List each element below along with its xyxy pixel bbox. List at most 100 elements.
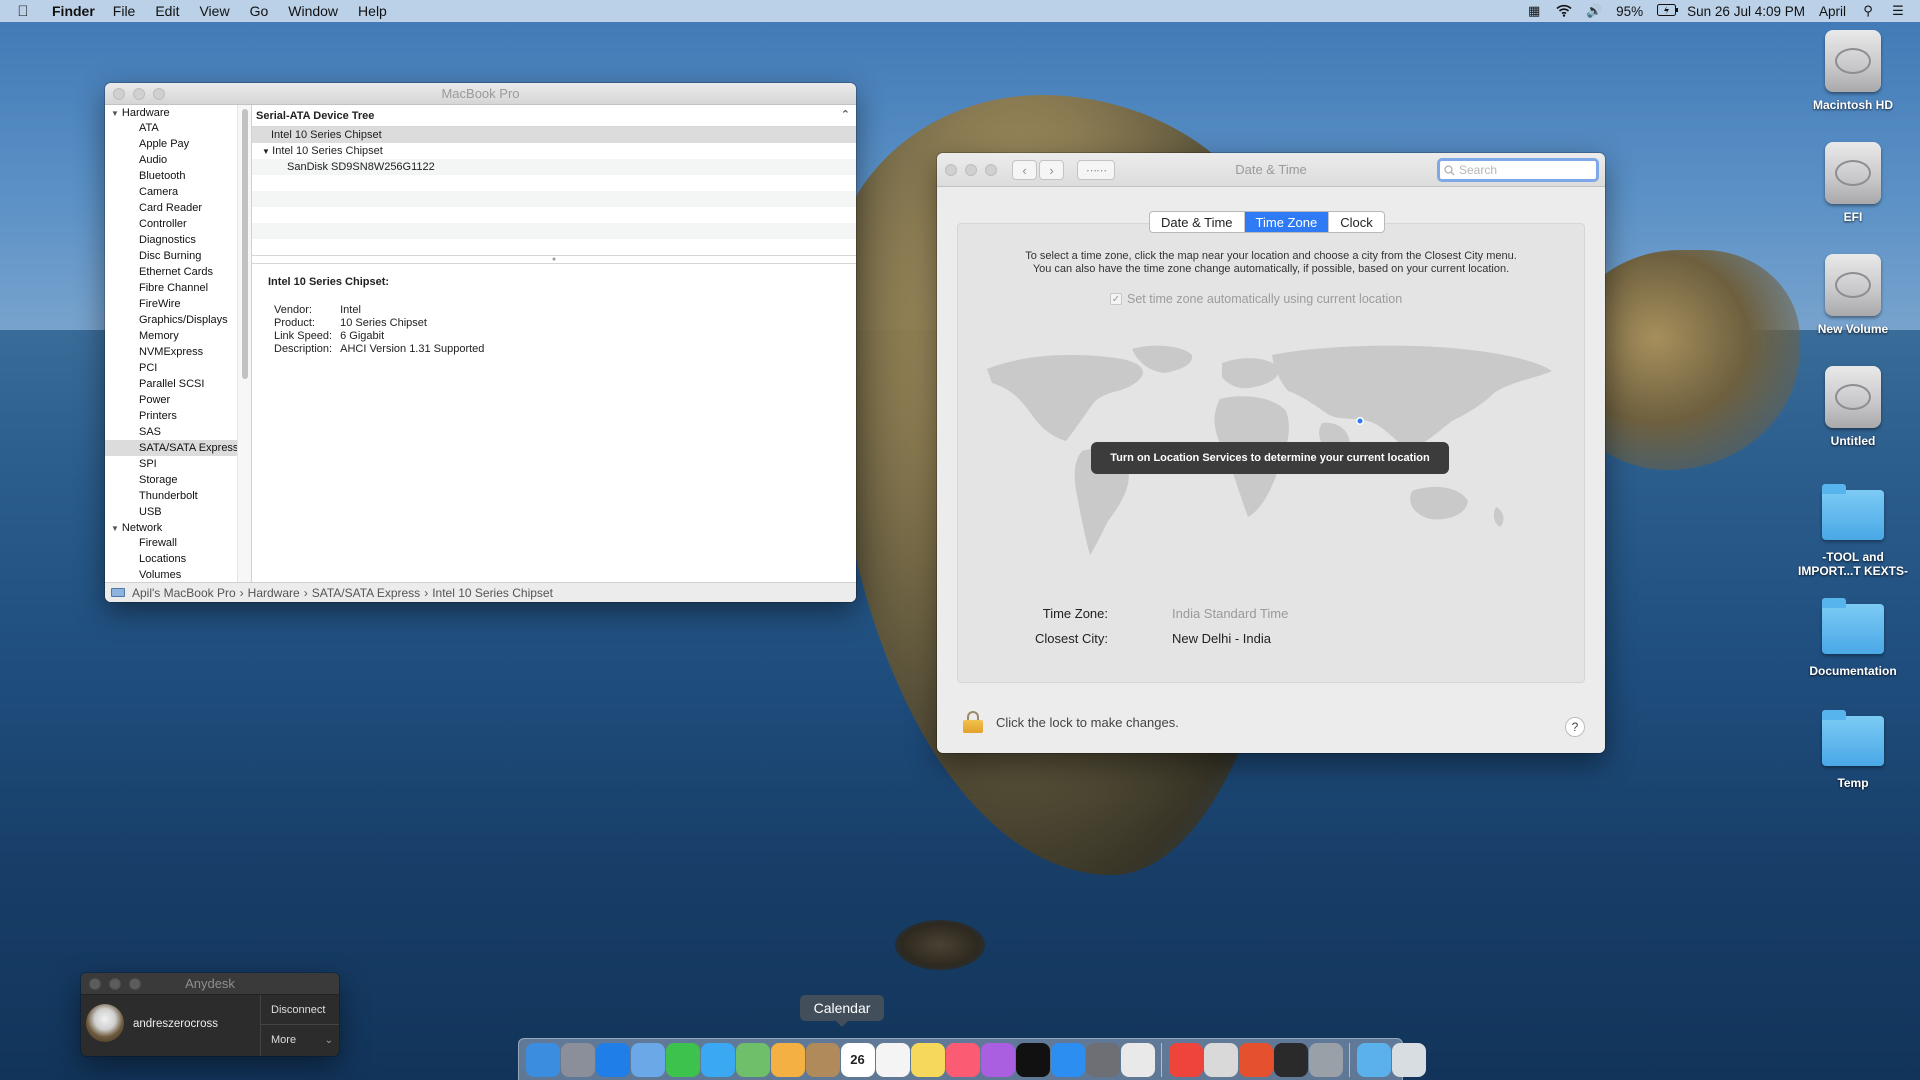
sidebar-item-apple-pay[interactable]: Apple Pay <box>105 136 251 152</box>
dock-trash-icon[interactable] <box>1391 1042 1426 1077</box>
tree-row[interactable] <box>252 175 856 191</box>
zoom-button[interactable] <box>129 978 141 990</box>
sidebar-item-printers[interactable]: Printers <box>105 408 251 424</box>
dock-reminders-icon[interactable] <box>875 1042 910 1077</box>
tab-time-zone[interactable]: Time Zone <box>1244 212 1330 232</box>
dock-anydesk-icon[interactable] <box>1168 1042 1203 1077</box>
sidebar-item-ata[interactable]: ATA <box>105 120 251 136</box>
disclosure-triangle-icon[interactable]: ▼ <box>111 524 119 533</box>
split-view-divider[interactable]: ● <box>252 255 856 264</box>
menu-app-name[interactable]: Finder <box>52 3 95 19</box>
desktop-icon-efi[interactable]: EFI <box>1798 142 1908 224</box>
dock-notes-icon[interactable] <box>910 1042 945 1077</box>
sidebar-item-card-reader[interactable]: Card Reader <box>105 200 251 216</box>
sidebar-item-fibre-channel[interactable]: Fibre Channel <box>105 280 251 296</box>
dock-mail-icon[interactable] <box>630 1042 665 1077</box>
sidebar-group-network[interactable]: ▼ Network <box>105 520 251 535</box>
sidebar-item-locations[interactable]: Locations <box>105 551 251 567</box>
show-all-button[interactable]: ⋯⋯ <box>1077 160 1115 180</box>
close-button[interactable] <box>945 164 957 176</box>
scrollbar-thumb[interactable] <box>242 109 248 379</box>
help-button[interactable]: ? <box>1565 717 1585 737</box>
path-item[interactable]: Intel 10 Series Chipset <box>432 586 553 600</box>
tree-row[interactable]: Intel 10 Series Chipset <box>252 127 856 143</box>
tree-row[interactable] <box>252 223 856 239</box>
forward-button[interactable]: › <box>1039 160 1064 180</box>
sidebar-item-spi[interactable]: SPI <box>105 456 251 472</box>
window-titlebar[interactable]: MacBook Pro <box>105 83 856 105</box>
apple-menu-icon[interactable]:  <box>14 3 32 20</box>
menu-edit[interactable]: Edit <box>155 3 179 19</box>
battery-icon[interactable] <box>1657 4 1679 18</box>
path-item[interactable]: Hardware <box>248 586 300 600</box>
dock-app-store-icon[interactable] <box>1050 1042 1085 1077</box>
dock-messages-icon[interactable] <box>700 1042 735 1077</box>
sidebar-item-audio[interactable]: Audio <box>105 152 251 168</box>
zoom-button[interactable] <box>153 88 165 100</box>
dock-contacts-icon[interactable] <box>805 1042 840 1077</box>
desktop-icon-temp[interactable]: Temp <box>1798 710 1908 790</box>
closest-city-value[interactable]: New Delhi - India <box>1172 631 1271 646</box>
search-input[interactable]: Search <box>1437 158 1599 182</box>
sidebar-item-camera[interactable]: Camera <box>105 184 251 200</box>
menu-file[interactable]: File <box>113 3 136 19</box>
dock-tv-icon[interactable] <box>1015 1042 1050 1077</box>
dock-automator-icon[interactable] <box>1308 1042 1343 1077</box>
more-button[interactable]: More ⌄ <box>261 1025 339 1055</box>
dock-maps-icon[interactable] <box>735 1042 770 1077</box>
sidebar-item-bluetooth[interactable]: Bluetooth <box>105 168 251 184</box>
tree-row[interactable] <box>252 207 856 223</box>
auto-timezone-checkbox[interactable]: ✓ Set time zone automatically using curr… <box>1110 292 1402 306</box>
menu-window[interactable]: Window <box>288 3 338 19</box>
sidebar-item-firewire[interactable]: FireWire <box>105 296 251 312</box>
close-button[interactable] <box>89 978 101 990</box>
anydesk-status-icon[interactable]: ▦ <box>1526 4 1542 18</box>
sidebar-item-graphics-displays[interactable]: Graphics/Displays <box>105 312 251 328</box>
minimize-button[interactable] <box>133 88 145 100</box>
sidebar-item-storage[interactable]: Storage <box>105 472 251 488</box>
dock-system-preferences-icon[interactable] <box>1085 1042 1120 1077</box>
desktop-icon-new-volume[interactable]: New Volume <box>1798 254 1908 336</box>
window-titlebar[interactable]: Anydesk <box>81 973 339 995</box>
menu-go[interactable]: Go <box>250 3 269 19</box>
wifi-icon[interactable] <box>1556 4 1572 18</box>
desktop-icon-documentation[interactable]: Documentation <box>1798 598 1908 678</box>
spotlight-search-icon[interactable]: ⚲ <box>1860 4 1876 18</box>
sidebar-item-usb[interactable]: USB <box>105 504 251 520</box>
path-item[interactable]: Apil's MacBook Pro <box>132 586 236 600</box>
sidebar-group-hardware[interactable]: ▼ Hardware <box>105 105 251 120</box>
sidebar-item-sata-sata-express[interactable]: SATA/SATA Express <box>105 440 251 456</box>
dock-safari-icon[interactable] <box>595 1042 630 1077</box>
dock-preview-icon[interactable] <box>1203 1042 1238 1077</box>
lock-icon[interactable] <box>962 711 984 733</box>
sidebar-item-volumes[interactable]: Volumes <box>105 567 251 582</box>
desktop-icon-macintosh-hd[interactable]: Macintosh HD <box>1798 30 1908 112</box>
desktop-icon-tool-kexts[interactable]: -TOOL and IMPORT...T KEXTS- <box>1798 484 1908 578</box>
notification-center-icon[interactable]: ☰ <box>1890 4 1906 18</box>
sidebar-item-sas[interactable]: SAS <box>105 424 251 440</box>
sidebar-item-pci[interactable]: PCI <box>105 360 251 376</box>
zoom-button[interactable] <box>985 164 997 176</box>
tree-row[interactable]: SanDisk SD9SN8W256G1122 <box>252 159 856 175</box>
dock-chrome-icon[interactable] <box>1120 1042 1155 1077</box>
back-button[interactable]: ‹ <box>1012 160 1037 180</box>
dock-photos-icon[interactable] <box>770 1042 805 1077</box>
dock-finder-icon[interactable] <box>525 1042 560 1077</box>
dock-calendar-icon[interactable]: 26 <box>840 1042 875 1077</box>
dock-podcasts-icon[interactable] <box>980 1042 1015 1077</box>
sidebar-item-power[interactable]: Power <box>105 392 251 408</box>
dock-folder-icon[interactable] <box>1356 1042 1391 1077</box>
sidebar-item-thunderbolt[interactable]: Thunderbolt <box>105 488 251 504</box>
minimize-button[interactable] <box>109 978 121 990</box>
tree-row[interactable] <box>252 239 856 255</box>
disconnect-button[interactable]: Disconnect <box>261 995 339 1025</box>
minimize-button[interactable] <box>965 164 977 176</box>
sidebar-item-disc-burning[interactable]: Disc Burning <box>105 248 251 264</box>
sidebar-item-parallel-scsi[interactable]: Parallel SCSI <box>105 376 251 392</box>
dock-music-icon[interactable] <box>945 1042 980 1077</box>
clock[interactable]: Sun 26 Jul 4:09 PM <box>1687 4 1805 19</box>
sidebar-item-nvmexpress[interactable]: NVMExpress <box>105 344 251 360</box>
dock-facetime-icon[interactable] <box>665 1042 700 1077</box>
tab-date-time[interactable]: Date & Time <box>1150 212 1245 232</box>
tree-row[interactable]: ▼ Intel 10 Series Chipset <box>252 143 856 159</box>
